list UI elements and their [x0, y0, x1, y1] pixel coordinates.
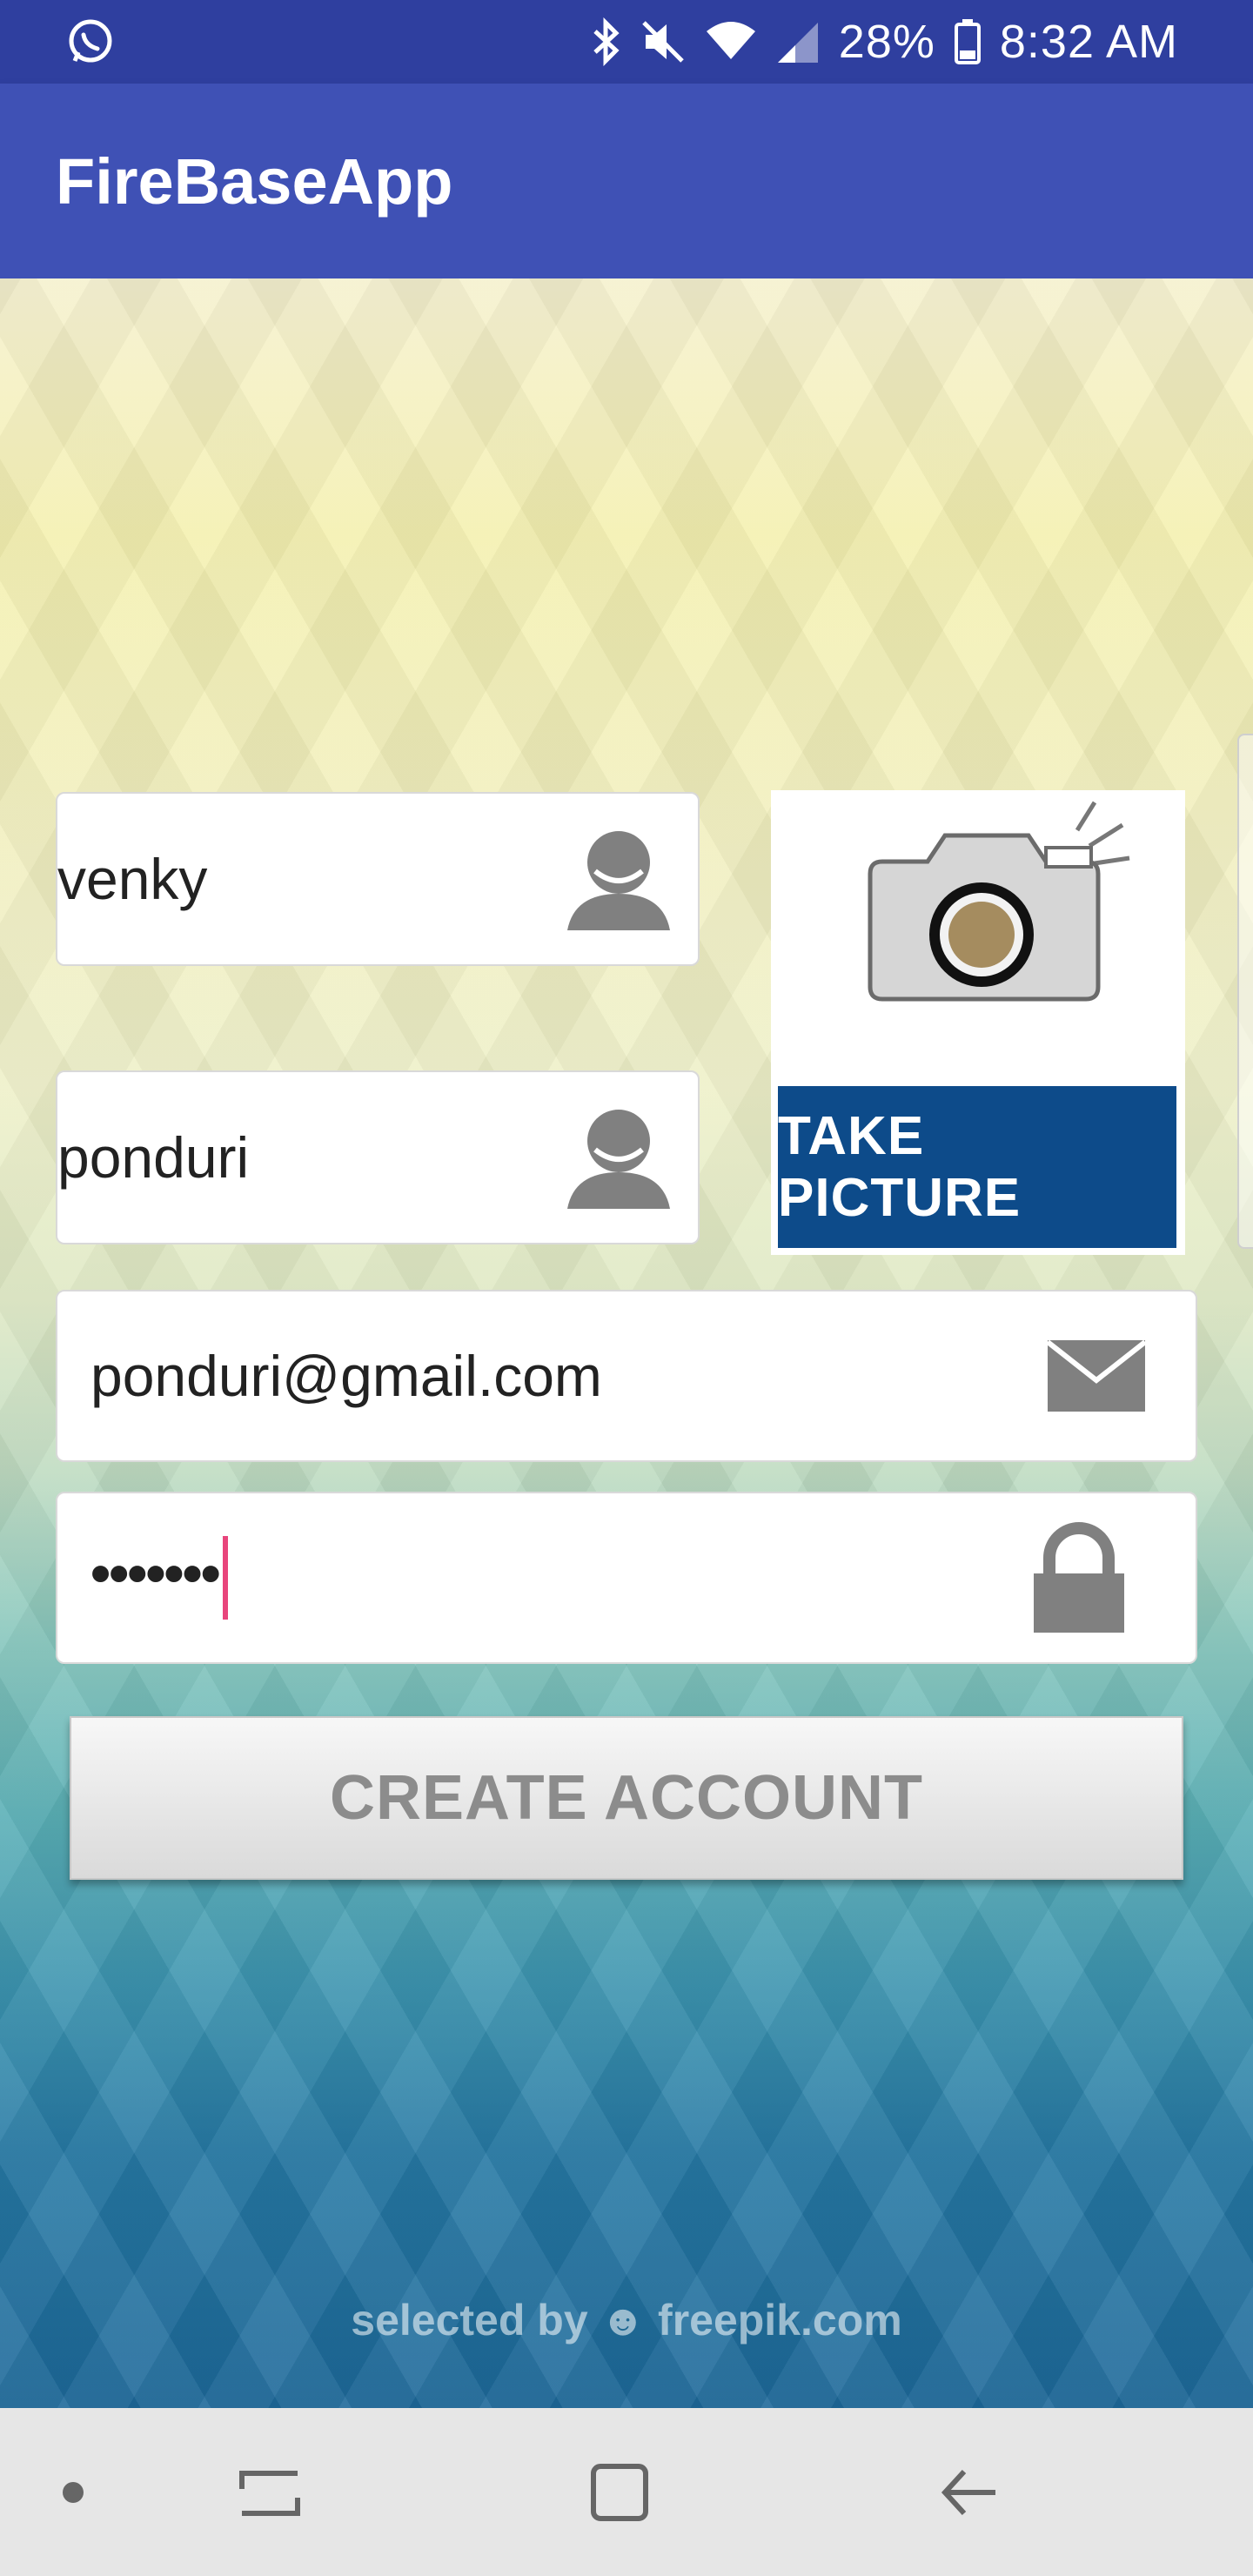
home-dot-icon[interactable] — [60, 2479, 86, 2506]
first-name-field[interactable]: venky — [56, 792, 700, 966]
last-name-field[interactable]: ponduri — [56, 1070, 700, 1244]
whatsapp-icon — [69, 19, 112, 63]
back-icon[interactable] — [938, 2461, 1001, 2524]
take-picture-label: TAKE PICTURE — [778, 1086, 1176, 1248]
first-name-value: venky — [57, 847, 208, 911]
camera-icon — [868, 801, 1130, 1002]
home-icon[interactable] — [588, 2461, 651, 2524]
take-picture-button[interactable]: TAKE PICTURE — [771, 790, 1185, 1255]
clock: 8:32 AM — [999, 16, 1178, 68]
email-value: ponduri@gmail.com — [90, 1344, 602, 1408]
create-account-button[interactable]: CREATE ACCOUNT — [70, 1716, 1183, 1880]
watermark: selected by ☻ freepik.com — [351, 2296, 902, 2345]
battery-percent: 28% — [838, 16, 935, 68]
navigation-bar — [0, 2408, 1253, 2576]
mute-icon — [642, 21, 684, 63]
app-bar: FireBaseApp — [0, 84, 1253, 278]
recent-apps-icon[interactable] — [238, 2465, 301, 2520]
create-account-label: CREATE ACCOUNT — [330, 1763, 923, 1833]
bluetooth-icon — [593, 17, 620, 66]
person-icon — [567, 1110, 670, 1209]
battery-icon — [954, 19, 981, 64]
edge-panel-handle[interactable] — [1237, 734, 1253, 1249]
email-field[interactable]: ponduri@gmail.com — [56, 1290, 1197, 1462]
wifi-icon — [706, 22, 755, 59]
signal-icon — [777, 23, 818, 63]
password-field[interactable]: ••••••• — [56, 1492, 1197, 1664]
status-bar: 28% 8:32 AM — [0, 0, 1253, 84]
last-name-value: ponduri — [57, 1125, 250, 1190]
person-icon — [567, 831, 670, 930]
password-value: ••••••• — [90, 1536, 228, 1620]
text-cursor — [222, 1536, 228, 1620]
mail-icon — [1046, 1339, 1147, 1412]
app-title: FireBaseApp — [56, 145, 453, 218]
lock-icon — [1034, 1522, 1124, 1633]
